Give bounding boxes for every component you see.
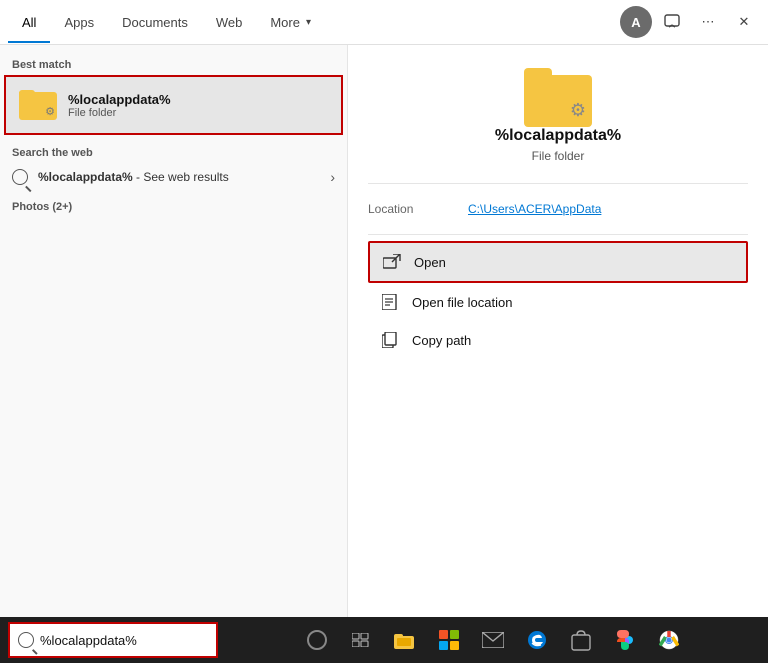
chrome-button[interactable] [650, 621, 688, 659]
cortana-icon [307, 630, 327, 650]
tab-more[interactable]: More ▾ [256, 3, 325, 42]
edge-icon [527, 630, 547, 650]
shopping-bag-icon [571, 629, 591, 651]
web-item-text: %localappdata% - See web results [38, 170, 330, 184]
gear-icon: ⚙ [45, 105, 55, 118]
task-view-icon [352, 633, 370, 647]
best-match-label: Best match [0, 55, 347, 75]
tab-web[interactable]: Web [202, 3, 257, 42]
cortana-button[interactable] [298, 621, 336, 659]
right-panel: ⚙ %localappdata% File folder Location C:… [348, 45, 768, 617]
figma-button[interactable] [606, 621, 644, 659]
chrome-icon [659, 630, 679, 650]
web-search-item[interactable]: %localappdata% - See web results › [0, 163, 347, 191]
location-value[interactable]: C:\Users\ACER\AppData [468, 202, 601, 216]
msstore-button[interactable] [562, 621, 600, 659]
copy-path-action[interactable]: Copy path [368, 321, 748, 359]
file-location-icon [380, 292, 400, 312]
open-label: Open [414, 255, 446, 270]
close-button[interactable]: ✕ [728, 6, 760, 38]
chevron-down-icon: ▾ [306, 17, 311, 28]
taskbar [0, 617, 768, 663]
content-area: Best match ⚙ %localappdata% File folder [0, 45, 768, 617]
tab-all[interactable]: All [8, 3, 50, 42]
task-view-button[interactable] [342, 621, 380, 659]
file-explorer-icon [394, 631, 416, 649]
mail-button[interactable] [474, 621, 512, 659]
small-folder-icon: ⚙ [19, 90, 57, 120]
folder-icon: ⚙ [18, 85, 58, 125]
edge-button[interactable] [518, 621, 556, 659]
copy-path-label: Copy path [412, 333, 471, 348]
actions-divider [368, 234, 748, 235]
feedback-button[interactable] [656, 6, 688, 38]
open-file-location-label: Open file location [412, 295, 512, 310]
photos-label: Photos (2+) [0, 195, 347, 219]
location-label: Location [368, 202, 468, 216]
taskbar-items [218, 621, 768, 659]
file-explorer-button[interactable] [386, 621, 424, 659]
left-panel: Best match ⚙ %localappdata% File folder [0, 45, 348, 617]
detail-type: File folder [532, 149, 585, 163]
item-name: %localappdata% [68, 92, 171, 107]
location-row: Location C:\Users\ACER\AppData [368, 198, 748, 220]
search-icon [12, 169, 28, 185]
tab-bar: All Apps Documents Web More ▾ A ⋯ ✕ [0, 0, 768, 45]
web-section-label: Search the web [0, 143, 347, 163]
header-actions: A ⋯ ✕ [620, 6, 760, 38]
best-match-item[interactable]: ⚙ %localappdata% File folder [4, 75, 343, 135]
search-window: All Apps Documents Web More ▾ A ⋯ ✕ Best… [0, 0, 768, 617]
tab-apps[interactable]: Apps [50, 3, 108, 42]
detail-name: %localappdata% [495, 127, 621, 145]
item-subtitle: File folder [68, 107, 171, 119]
taskbar-search-icon [18, 632, 34, 648]
item-text: %localappdata% File folder [68, 92, 171, 119]
web-section: Search the web %localappdata% - See web … [0, 135, 347, 195]
open-icon [382, 252, 402, 272]
search-input[interactable] [40, 633, 208, 648]
mail-icon [482, 632, 504, 648]
more-options-button[interactable]: ⋯ [692, 6, 724, 38]
figma-icon [615, 629, 635, 651]
tab-documents[interactable]: Documents [108, 3, 202, 42]
gear-icon-large: ⚙ [570, 100, 586, 121]
chevron-right-icon: › [330, 169, 335, 185]
divider [368, 183, 748, 184]
store-icon [439, 630, 459, 650]
avatar-button[interactable]: A [620, 6, 652, 38]
taskbar-search-box[interactable] [8, 622, 218, 658]
store-button[interactable] [430, 621, 468, 659]
open-file-location-action[interactable]: Open file location [368, 283, 748, 321]
feedback-icon [664, 14, 680, 30]
open-action[interactable]: Open [368, 241, 748, 283]
large-folder-icon: ⚙ [524, 75, 592, 127]
copy-icon [380, 330, 400, 350]
